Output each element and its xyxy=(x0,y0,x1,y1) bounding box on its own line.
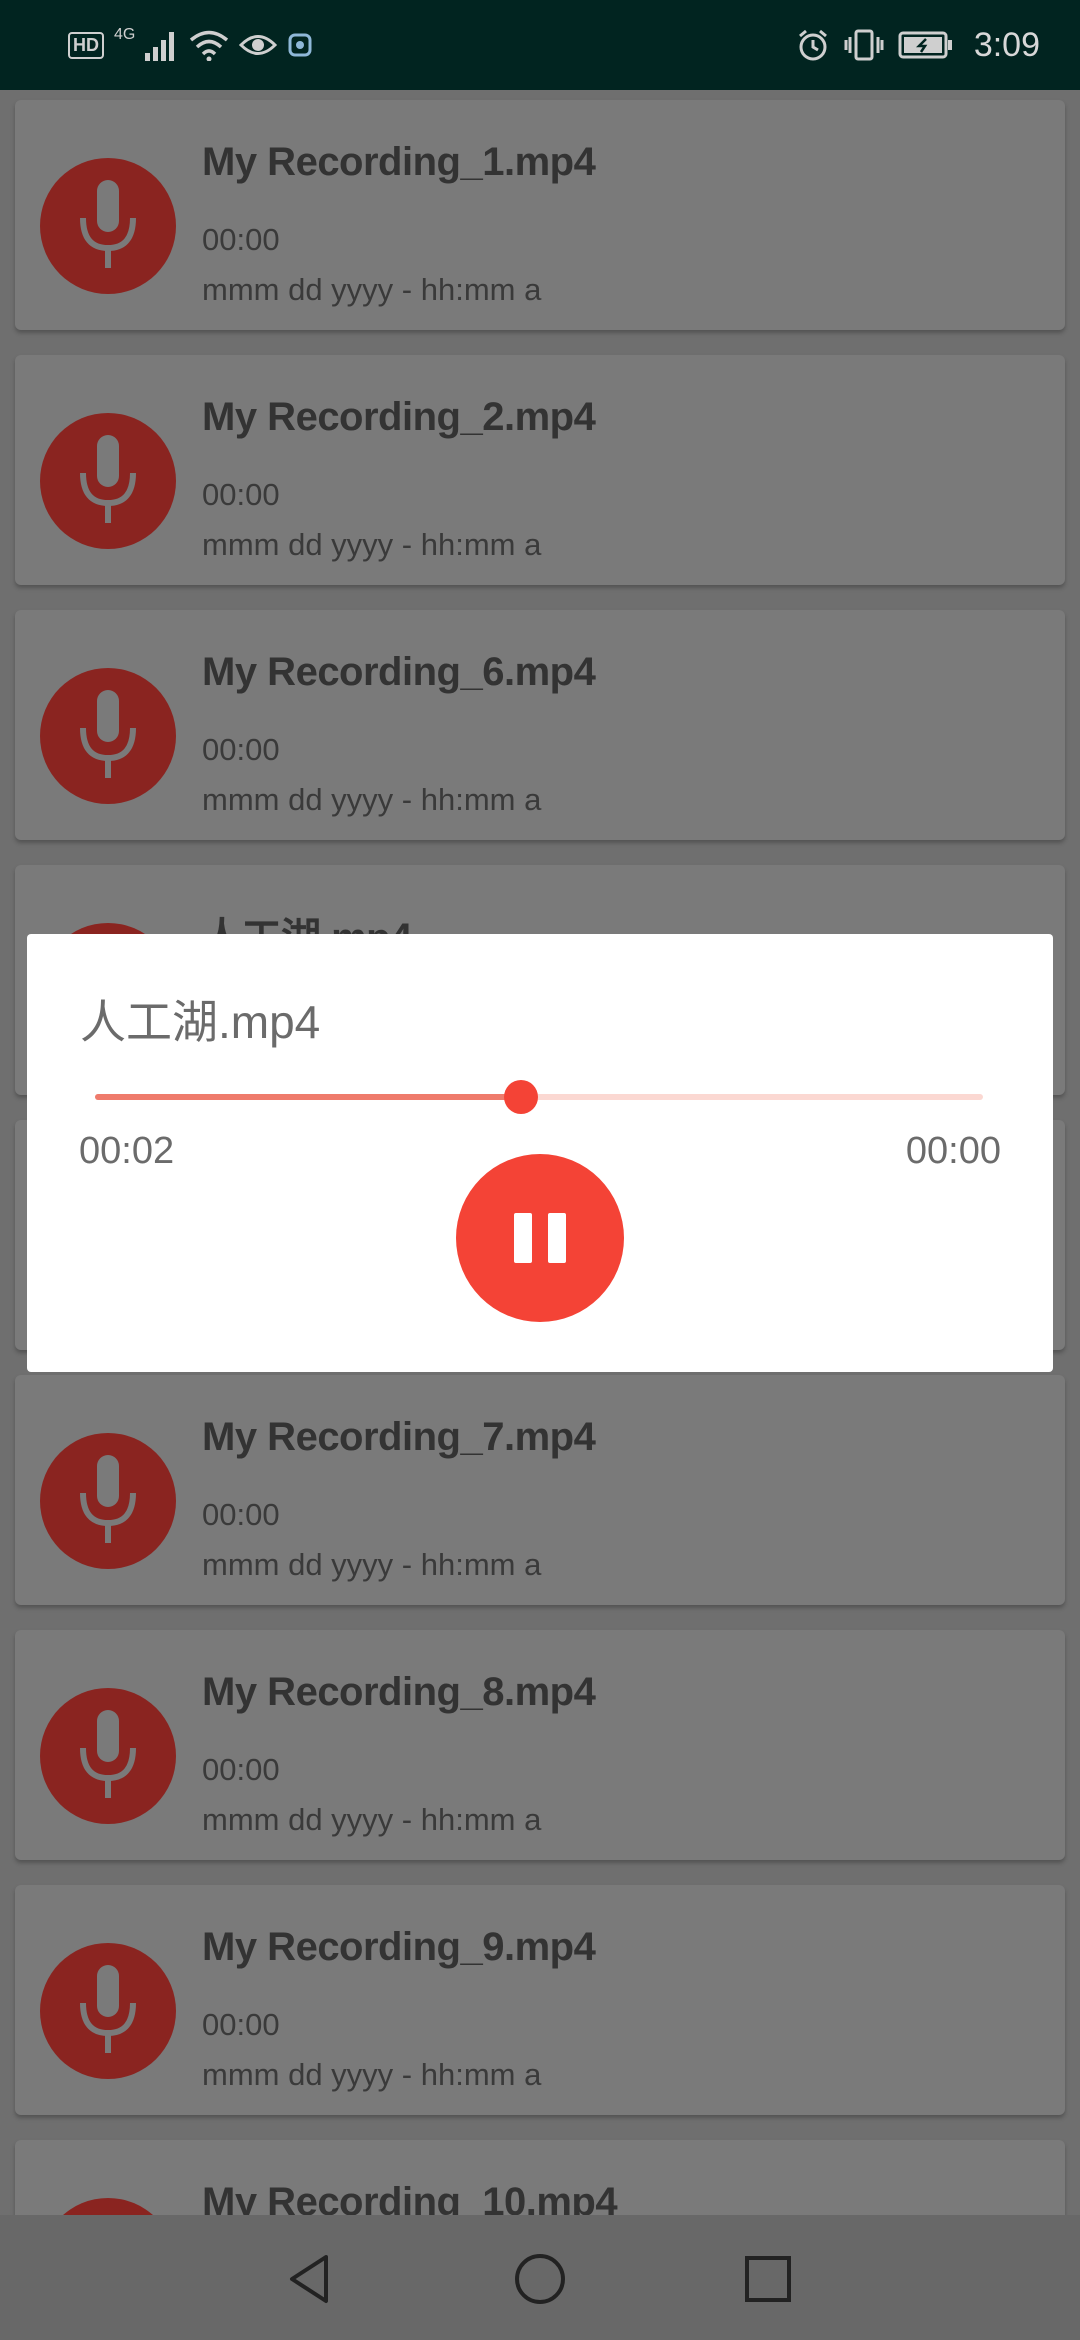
recording-date: mmm dd yyyy - hh:mm a xyxy=(202,272,542,307)
hd-badge: HD xyxy=(68,31,104,59)
seek-progress xyxy=(95,1094,522,1100)
recording-card[interactable]: My Recording_7.mp4 00:00 mmm dd yyyy - h… xyxy=(15,1375,1065,1605)
recording-duration: 00:00 xyxy=(202,1497,280,1532)
recording-card[interactable]: My Recording_8.mp4 00:00 mmm dd yyyy - h… xyxy=(15,1630,1065,1860)
vibrate-icon xyxy=(844,29,884,61)
microphone-icon xyxy=(40,1433,176,1569)
recording-title: My Recording_7.mp4 xyxy=(202,1415,596,1459)
recording-card[interactable]: My Recording_1.mp4 00:00 mmm dd yyyy - h… xyxy=(15,100,1065,330)
status-bar: HD 4G 3:09 xyxy=(0,0,1080,90)
status-left-icons: HD 4G xyxy=(68,22,313,68)
pause-icon xyxy=(514,1213,566,1263)
alarm-icon xyxy=(798,29,827,61)
recents-icon xyxy=(745,2256,791,2302)
playback-dialog: 人工湖.mp4 00:02 00:00 xyxy=(27,934,1053,1372)
microphone-icon xyxy=(40,1688,176,1824)
recording-duration: 00:00 xyxy=(202,477,280,512)
recording-date: mmm dd yyyy - hh:mm a xyxy=(202,1547,542,1582)
microphone-icon xyxy=(40,668,176,804)
recording-date: mmm dd yyyy - hh:mm a xyxy=(202,527,542,562)
clock-time: 3:09 xyxy=(973,25,1040,64)
wifi-icon xyxy=(190,30,229,61)
recording-date: mmm dd yyyy - hh:mm a xyxy=(202,782,542,817)
microphone-icon xyxy=(40,158,176,294)
recording-date: mmm dd yyyy - hh:mm a xyxy=(202,2057,542,2092)
recording-duration: 00:00 xyxy=(202,222,280,257)
seek-bar[interactable] xyxy=(95,1080,983,1114)
battery-icon xyxy=(898,31,952,59)
recents-button[interactable] xyxy=(736,2247,800,2311)
network-type: 4G xyxy=(114,26,136,43)
recording-duration: 00:00 xyxy=(202,1752,280,1787)
back-icon xyxy=(290,2255,328,2303)
microphone-icon xyxy=(40,413,176,549)
signal-icon xyxy=(145,32,175,61)
playback-title: 人工湖.mp4 xyxy=(80,996,321,1048)
recording-date: mmm dd yyyy - hh:mm a xyxy=(202,1802,542,1837)
recording-card[interactable]: My Recording_10.mp4 xyxy=(15,2140,1065,2215)
recording-title: My Recording_1.mp4 xyxy=(202,140,596,184)
recording-title: My Recording_6.mp4 xyxy=(202,650,596,694)
pause-button[interactable] xyxy=(456,1154,624,1322)
recording-duration: 00:00 xyxy=(202,732,280,767)
recording-title: My Recording_10.mp4 xyxy=(202,2180,618,2215)
app-notification-icon xyxy=(288,33,312,57)
eye-icon xyxy=(239,35,278,55)
status-right-icons: 3:09 xyxy=(796,22,1040,68)
seek-thumb[interactable] xyxy=(504,1080,539,1114)
back-button[interactable] xyxy=(278,2247,342,2311)
recording-card[interactable]: My Recording_9.mp4 00:00 mmm dd yyyy - h… xyxy=(15,1885,1065,2115)
recording-title: My Recording_8.mp4 xyxy=(202,1670,596,1714)
recording-card[interactable]: My Recording_2.mp4 00:00 mmm dd yyyy - h… xyxy=(15,355,1065,585)
recording-duration: 00:00 xyxy=(202,2007,280,2042)
microphone-icon xyxy=(40,1943,176,2079)
recording-title: My Recording_2.mp4 xyxy=(202,395,596,439)
recording-card[interactable]: My Recording_6.mp4 00:00 mmm dd yyyy - h… xyxy=(15,610,1065,840)
home-button[interactable] xyxy=(508,2247,572,2311)
total-time: 00:00 xyxy=(905,1130,1001,1172)
home-icon xyxy=(515,2254,565,2304)
current-time: 00:02 xyxy=(79,1130,175,1172)
navigation-bar xyxy=(0,2215,1080,2340)
recording-title: My Recording_9.mp4 xyxy=(202,1925,596,1969)
microphone-icon xyxy=(40,2198,176,2215)
